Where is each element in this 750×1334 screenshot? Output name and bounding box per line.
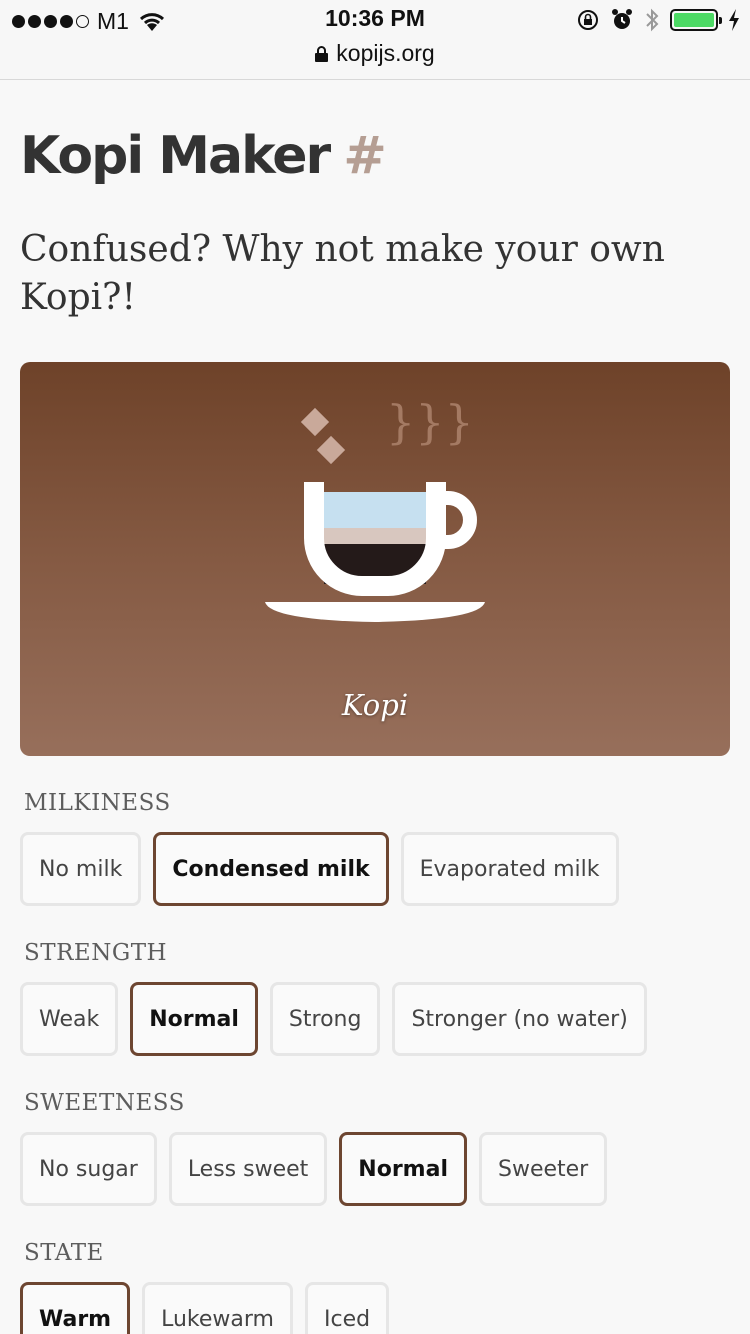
group-label: SWEETNESS — [24, 1090, 185, 1116]
option-button-selected[interactable]: Normal — [130, 982, 258, 1056]
state-options: Warm Lukewarm Iced — [20, 1282, 730, 1334]
option-button[interactable]: No sugar — [20, 1132, 157, 1206]
option-button[interactable]: Weak — [20, 982, 119, 1056]
url-text: kopijs.org — [336, 40, 435, 66]
group-label: STRENGTH — [24, 940, 168, 966]
address-bar[interactable]: kopijs.org — [0, 40, 750, 67]
option-button[interactable]: No milk — [20, 832, 142, 906]
group-label: STATE — [24, 1240, 104, 1266]
milkiness-options: No milk Condensed milk Evaporated milk — [20, 832, 730, 906]
kopi-preview: }}} Kopi — [20, 362, 730, 756]
sweetness-group: SWEETNESS No sugar Less sweet Normal Swe… — [20, 1090, 730, 1206]
milkiness-group: MILKINESS No milk Condensed milk Evapora… — [20, 790, 730, 906]
sugar-cube-icon — [316, 435, 346, 465]
main-content: Kopi Maker # Confused? Why not make your… — [20, 80, 730, 1334]
option-button[interactable]: Lukewarm — [142, 1282, 293, 1334]
page-title-text: Kopi Maker — [20, 126, 331, 186]
page-title: Kopi Maker # — [20, 126, 730, 186]
state-group: STATE Warm Lukewarm Iced — [20, 1240, 730, 1334]
alarm-icon — [612, 9, 632, 29]
anchor-link[interactable]: # — [343, 126, 387, 186]
option-button[interactable]: Sweeter — [478, 1132, 608, 1206]
strength-options: Weak Normal Strong Stronger (no water) — [20, 982, 730, 1056]
status-bar: M1 10:36 PM kopijs.org — [0, 0, 750, 80]
orientation-lock-icon — [578, 10, 598, 30]
status-right — [576, 6, 740, 34]
option-button-selected[interactable]: Normal — [339, 1132, 467, 1206]
option-button[interactable]: Strong — [269, 982, 381, 1056]
option-button-selected[interactable]: Condensed milk — [153, 832, 389, 906]
page-subtitle: Confused? Why not make your own Kopi?! — [20, 229, 665, 318]
option-button[interactable]: Stronger (no water) — [392, 982, 647, 1056]
option-button[interactable]: Less sweet — [168, 1132, 328, 1206]
option-button-selected[interactable]: Warm — [20, 1282, 131, 1334]
sugar-cube-icon — [300, 407, 330, 437]
steam-icon: }}} — [386, 395, 474, 449]
bluetooth-icon — [646, 8, 659, 32]
strength-group: STRENGTH Weak Normal Strong Stronger (no… — [20, 940, 730, 1056]
group-label: MILKINESS — [24, 790, 171, 816]
sweetness-options: No sugar Less sweet Normal Sweeter — [20, 1132, 730, 1206]
option-button[interactable]: Iced — [304, 1282, 390, 1334]
charging-icon — [729, 9, 739, 31]
lock-icon — [315, 45, 329, 62]
drink-name: Kopi — [341, 688, 409, 722]
option-button[interactable]: Evaporated milk — [400, 832, 619, 906]
battery-icon — [670, 9, 722, 31]
